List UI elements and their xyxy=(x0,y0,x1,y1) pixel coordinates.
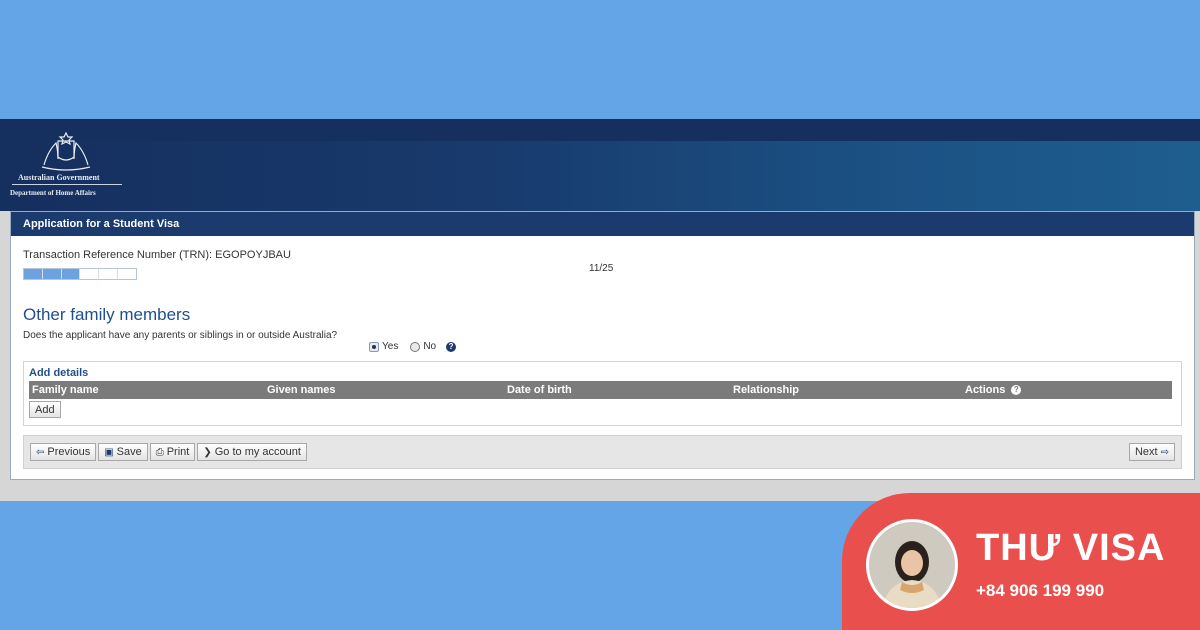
add-details-label: Add details xyxy=(29,367,89,379)
progress-segment xyxy=(80,269,100,279)
column-actions: Actions ? xyxy=(965,381,1022,399)
help-icon[interactable]: ? xyxy=(446,341,457,352)
column-relationship: Relationship xyxy=(733,384,800,396)
avatar xyxy=(866,519,958,611)
brand-phone: +84 906 199 990 xyxy=(976,581,1105,600)
details-section: Add details Family name Given names Date… xyxy=(23,361,1182,426)
progress-segment xyxy=(61,269,81,279)
arrow-right-icon: ⇨ xyxy=(1160,446,1169,458)
org-line-1: Australian Government xyxy=(18,173,100,182)
answer-radio-group: Yes No ? xyxy=(369,341,457,352)
no-label: No xyxy=(423,341,437,352)
progress-segment xyxy=(42,269,62,279)
brand-name: THƯ VISA xyxy=(976,527,1166,569)
print-label: Print xyxy=(166,446,190,458)
previous-button[interactable]: ⇦ Previous xyxy=(30,443,97,461)
yes-label: Yes xyxy=(382,341,399,352)
banner-top-strip xyxy=(0,119,1200,141)
column-family-name: Family name xyxy=(32,384,99,396)
trn-text: Transaction Reference Number (TRN): EGOP… xyxy=(23,249,291,261)
step-counter: 11/25 xyxy=(589,263,614,274)
org-divider xyxy=(12,184,122,185)
arrow-left-icon: ⇦ xyxy=(36,446,45,458)
previous-label: Previous xyxy=(47,446,91,458)
government-banner: Australian Government Department of Home… xyxy=(0,119,1200,211)
progress-segment xyxy=(118,269,136,279)
column-date-of-birth: Date of birth xyxy=(507,384,572,396)
yes-radio[interactable] xyxy=(369,341,379,352)
next-label: Next xyxy=(1134,446,1158,458)
person-photo xyxy=(869,522,955,608)
save-button[interactable]: ▣ Save xyxy=(98,443,148,461)
printer-icon: ⎙ xyxy=(155,446,164,458)
application-screenshot: Australian Government Department of Home… xyxy=(0,119,1200,501)
progress-segment xyxy=(24,269,43,279)
table-header: Family name Given names Date of birth Re… xyxy=(29,381,1172,399)
go-to-account-button[interactable]: ❯ Go to my account xyxy=(197,443,307,461)
no-radio[interactable] xyxy=(410,341,421,352)
application-form-panel: Application for a Student Visa Transacti… xyxy=(10,211,1195,480)
floppy-disk-icon: ▣ xyxy=(104,446,114,458)
print-button[interactable]: ⎙ Print xyxy=(149,443,196,461)
column-given-names: Given names xyxy=(267,384,336,396)
progress-segment xyxy=(99,269,119,279)
save-label: Save xyxy=(116,446,142,458)
brand-badge: THƯ VISA +84 906 199 990 xyxy=(842,493,1200,630)
page-heading: Other family members xyxy=(23,305,191,324)
form-title: Application for a Student Visa xyxy=(11,212,1194,236)
add-button[interactable]: Add xyxy=(29,401,61,418)
go-to-account-label: Go to my account xyxy=(214,446,301,458)
org-line-2: Department of Home Affairs xyxy=(10,189,96,197)
progress-bar xyxy=(23,268,137,280)
next-button[interactable]: Next ⇨ xyxy=(1128,443,1175,461)
actions-label: Actions xyxy=(965,384,1006,396)
chevron-right-icon: ❯ xyxy=(203,446,212,458)
actions-help-icon[interactable]: ? xyxy=(1011,385,1022,395)
coat-of-arms-icon xyxy=(41,131,91,171)
family-question: Does the applicant have any parents or s… xyxy=(23,330,338,341)
navigation-left-group: ⇦ Previous ▣ Save ⎙ Print ❯ Go to my acc… xyxy=(30,443,307,461)
form-navigation-bar: ⇦ Previous ▣ Save ⎙ Print ❯ Go to my acc… xyxy=(23,435,1182,469)
